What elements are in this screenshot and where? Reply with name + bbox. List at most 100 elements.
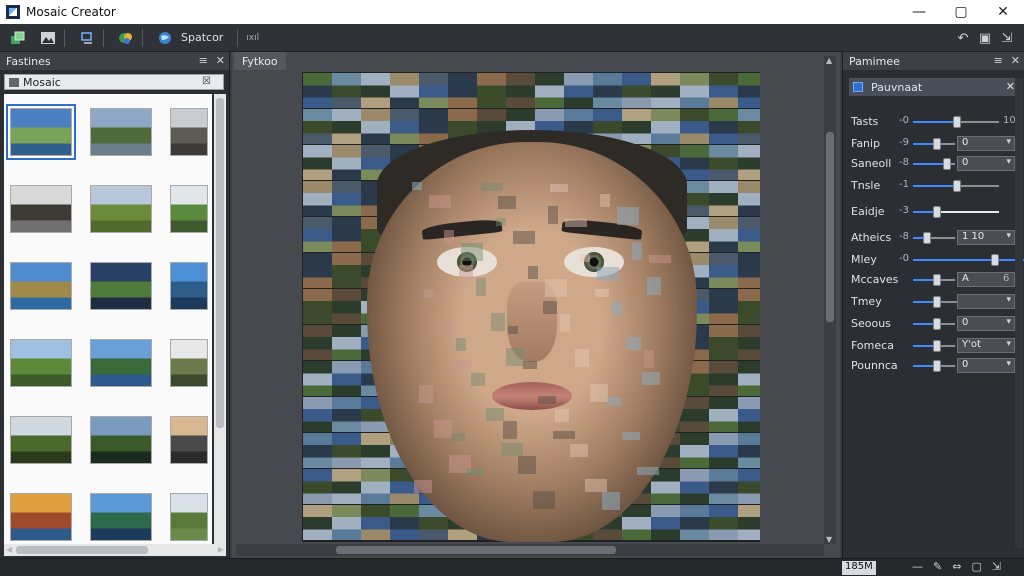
parameter-row: Tmey ▾ bbox=[851, 294, 1019, 310]
tab-canvas[interactable]: Fytkoo bbox=[234, 52, 286, 70]
thumbnail-image[interactable] bbox=[170, 416, 208, 464]
slider-handle[interactable] bbox=[933, 318, 941, 330]
menu-icon[interactable]: ≡ bbox=[199, 54, 208, 67]
gallery-vertical-scrollbar[interactable] bbox=[214, 94, 226, 544]
panel-scrollbar[interactable] bbox=[1015, 78, 1023, 548]
canvas-horizontal-scrollbar[interactable] bbox=[236, 544, 824, 556]
globe-icon[interactable] bbox=[153, 27, 177, 49]
thumbnail-image[interactable] bbox=[10, 262, 72, 310]
slider-handle[interactable] bbox=[933, 274, 941, 286]
pan-icon[interactable]: ⇔ bbox=[952, 560, 961, 573]
chevron-down-icon[interactable]: ▾ bbox=[1006, 137, 1011, 147]
close-button[interactable]: ✕ bbox=[982, 0, 1024, 24]
source-dropdown[interactable]: Mosaic ☒ bbox=[4, 74, 224, 90]
export-icon[interactable]: ⇲ bbox=[992, 560, 1001, 573]
slider-handle[interactable] bbox=[933, 206, 941, 218]
fit-icon[interactable]: ▢ bbox=[971, 560, 981, 573]
scroll-thumb[interactable] bbox=[16, 546, 148, 554]
slider-handle[interactable] bbox=[943, 158, 951, 170]
color-wheel-icon[interactable] bbox=[114, 27, 138, 49]
parameter-value-field[interactable]: Y'ot ▾ bbox=[957, 338, 1015, 353]
minimize-button[interactable]: — bbox=[898, 0, 940, 24]
mosaic-canvas[interactable] bbox=[302, 72, 760, 542]
scroll-thumb[interactable] bbox=[336, 546, 616, 554]
mosaic-patch bbox=[590, 384, 608, 402]
mosaic-patch bbox=[513, 231, 535, 244]
chevron-down-icon[interactable]: ▾ bbox=[1006, 157, 1011, 167]
mosaic-patch bbox=[444, 230, 454, 243]
parameter-value-field[interactable]: 0 ▾ bbox=[957, 316, 1015, 331]
section-title: Pauvnaat bbox=[871, 80, 923, 94]
scroll-down-icon[interactable]: ▼ bbox=[826, 535, 832, 544]
slider-handle[interactable] bbox=[953, 180, 961, 192]
mosaic-patch bbox=[506, 348, 524, 366]
canvas-vertical-scrollbar[interactable]: ▲ ▼ bbox=[824, 56, 836, 544]
gallery-horizontal-scrollbar[interactable]: ◀ ▶ bbox=[4, 544, 226, 556]
scroll-thumb[interactable] bbox=[216, 98, 224, 428]
slider-handle[interactable] bbox=[991, 254, 999, 266]
chevron-down-icon[interactable]: ▾ bbox=[1006, 231, 1011, 241]
thumbnail-image[interactable] bbox=[170, 262, 208, 310]
thumbnail-image[interactable] bbox=[170, 108, 208, 156]
crop-icon[interactable] bbox=[75, 27, 99, 49]
menu-icon[interactable]: ≡ bbox=[994, 54, 1003, 67]
export-icon[interactable]: ⇲ bbox=[996, 27, 1018, 49]
status-bar: 185M — ✎ ⇔ ▢ ⇲ bbox=[0, 558, 1024, 576]
mosaic-patch bbox=[637, 467, 659, 475]
close-icon[interactable]: ✕ bbox=[1011, 54, 1020, 67]
toolbar-extra[interactable]: ıxıl bbox=[246, 33, 259, 43]
thumbnail-image[interactable] bbox=[90, 339, 152, 387]
thumbnail-image[interactable] bbox=[10, 339, 72, 387]
parameter-value-field[interactable]: ▾ bbox=[957, 294, 1015, 309]
thumbnail-image[interactable] bbox=[10, 493, 72, 541]
image-icon[interactable] bbox=[36, 27, 60, 49]
close-icon[interactable]: ✕ bbox=[1006, 80, 1015, 93]
scroll-up-icon[interactable]: ▲ bbox=[826, 56, 832, 65]
section-checkbox[interactable] bbox=[853, 82, 863, 92]
slider-handle[interactable] bbox=[933, 360, 941, 372]
mosaic-tile bbox=[738, 469, 760, 504]
mosaic-tile bbox=[303, 361, 332, 396]
thumbnail-image[interactable] bbox=[90, 493, 152, 541]
close-icon[interactable]: ✕ bbox=[216, 54, 225, 67]
thumbnail-image[interactable] bbox=[90, 185, 152, 233]
parameter-value-field[interactable]: 0 ▾ bbox=[957, 136, 1015, 151]
mosaic-tile bbox=[709, 433, 738, 468]
thumbnail-image[interactable] bbox=[170, 493, 208, 541]
chevron-down-icon[interactable]: ▾ bbox=[1006, 359, 1011, 369]
slider-handle[interactable] bbox=[933, 296, 941, 308]
chevron-down-icon[interactable]: ▾ bbox=[1006, 295, 1011, 305]
scroll-left-icon[interactable]: ◀ bbox=[6, 545, 12, 554]
toolbar-label[interactable]: Spatcor bbox=[181, 31, 223, 44]
thumbnail-image[interactable] bbox=[90, 108, 152, 156]
brush-icon[interactable]: ✎ bbox=[933, 560, 942, 573]
parameter-value-field[interactable]: 1 10 ▾ bbox=[957, 230, 1015, 245]
maximize-button[interactable]: ▢ bbox=[940, 0, 982, 24]
thumbnail-image[interactable] bbox=[10, 416, 72, 464]
mosaic-tile bbox=[738, 361, 760, 396]
chevron-down-icon[interactable]: ▾ bbox=[1006, 339, 1011, 349]
slider-handle[interactable] bbox=[933, 138, 941, 150]
slider-handle[interactable] bbox=[933, 340, 941, 352]
thumbnail-image[interactable] bbox=[90, 262, 152, 310]
slider-handle[interactable] bbox=[923, 232, 931, 244]
undo-icon[interactable]: ↶ bbox=[952, 27, 974, 49]
parameter-section-header[interactable]: Pauvnaat ✕ bbox=[849, 78, 1019, 96]
thumbnail-image[interactable] bbox=[10, 185, 72, 233]
thumbnail-image[interactable] bbox=[90, 416, 152, 464]
scroll-thumb[interactable] bbox=[826, 132, 834, 322]
chevron-down-icon[interactable]: ▾ bbox=[1006, 317, 1011, 327]
thumbnail-image[interactable] bbox=[170, 339, 208, 387]
save-icon[interactable]: ▣ bbox=[974, 27, 996, 49]
scroll-right-icon[interactable]: ▶ bbox=[218, 545, 224, 554]
mosaic-tile bbox=[361, 505, 390, 540]
slider-handle[interactable] bbox=[953, 116, 961, 128]
mosaic-tile bbox=[564, 73, 593, 108]
thumbnail-image[interactable] bbox=[170, 185, 208, 233]
zoom-level[interactable]: 185M bbox=[842, 561, 876, 575]
parameter-value-field[interactable]: 0 ▾ bbox=[957, 156, 1015, 171]
layers-icon[interactable] bbox=[6, 27, 30, 49]
parameter-value-field[interactable]: 0 ▾ bbox=[957, 358, 1015, 373]
minus-icon[interactable]: — bbox=[912, 560, 923, 573]
thumbnail-image[interactable] bbox=[6, 104, 76, 160]
